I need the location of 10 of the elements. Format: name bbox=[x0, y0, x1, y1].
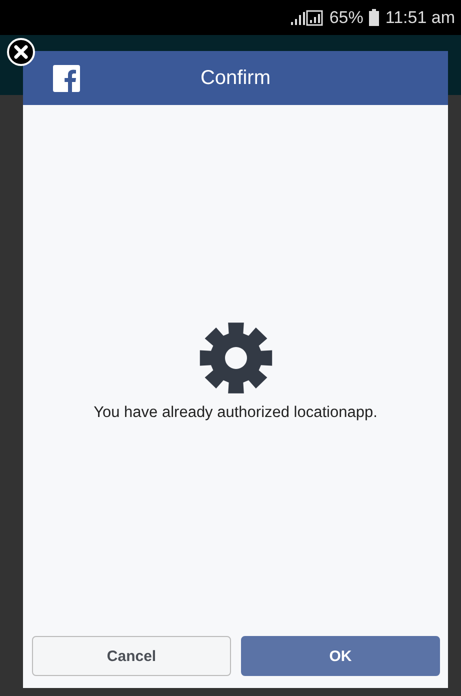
cancel-button[interactable]: Cancel bbox=[32, 636, 231, 676]
ok-button[interactable]: OK bbox=[241, 636, 440, 676]
battery-percent: 65% bbox=[329, 8, 364, 28]
facebook-logo-icon bbox=[53, 65, 80, 92]
close-icon[interactable] bbox=[6, 37, 36, 67]
signal-icon bbox=[289, 10, 324, 26]
dialog-title: Confirm bbox=[200, 66, 270, 90]
dialog-message: You have already authorized locationapp. bbox=[94, 404, 378, 422]
battery-icon bbox=[369, 9, 380, 26]
clock: 11:51 am bbox=[385, 8, 455, 28]
